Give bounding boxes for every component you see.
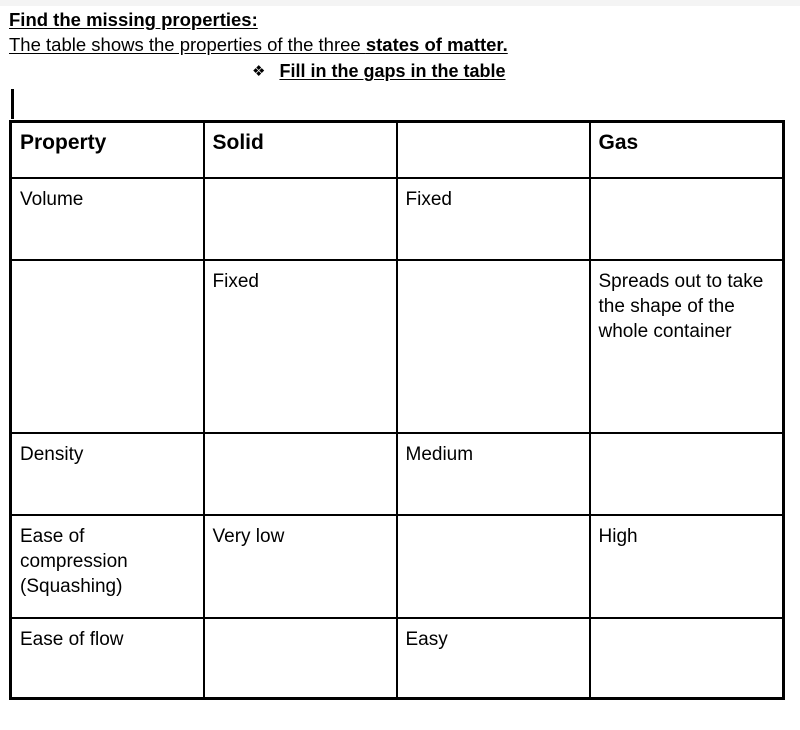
table-header-row: Property Solid Gas — [9, 120, 785, 179]
cell-shape-liquid[interactable] — [395, 259, 591, 434]
cell-flow-property: Ease of flow — [9, 617, 205, 700]
intro-normal-text: The table shows the properties of the th… — [9, 34, 366, 55]
cell-volume-gas[interactable] — [588, 177, 785, 261]
caret-row — [0, 84, 800, 120]
instruction-line: ❖ Fill in the gaps in the table — [9, 58, 800, 84]
cell-compression-gas: High — [588, 514, 785, 619]
cell-density-property: Density — [9, 432, 205, 516]
column-header-liquid-blank[interactable] — [395, 120, 591, 179]
worksheet-intro-line: The table shows the properties of the th… — [9, 32, 800, 58]
cell-flow-liquid: Easy — [395, 617, 591, 700]
states-of-matter-table: Property Solid Gas Volume Fixed Fixed Sp… — [9, 120, 785, 700]
cell-compression-solid: Very low — [202, 514, 398, 619]
table-row: Density Medium — [9, 432, 785, 516]
cell-flow-solid[interactable] — [202, 617, 398, 700]
text-caret-icon[interactable] — [11, 89, 14, 119]
table-row: Fixed Spreads out to take the shape of t… — [9, 259, 785, 434]
cell-shape-property[interactable] — [9, 259, 205, 434]
table-row: Ease of flow Easy — [9, 617, 785, 700]
worksheet-title: Find the missing properties: — [9, 9, 258, 30]
cell-compression-liquid[interactable] — [395, 514, 591, 619]
cell-shape-gas: Spreads out to take the shape of the who… — [588, 259, 785, 434]
cell-volume-solid[interactable] — [202, 177, 398, 261]
cell-density-liquid: Medium — [395, 432, 591, 516]
table-container: Property Solid Gas Volume Fixed Fixed Sp… — [0, 120, 800, 700]
cell-volume-liquid: Fixed — [395, 177, 591, 261]
cell-density-solid[interactable] — [202, 432, 398, 516]
instruction-text: Fill in the gaps in the table — [279, 61, 506, 81]
cell-compression-property: Ease of compression (Squashing) — [9, 514, 205, 619]
table-row: Ease of compression (Squashing) Very low… — [9, 514, 785, 619]
table-header: Property Solid Gas — [9, 120, 785, 179]
heading-block: Find the missing properties: The table s… — [0, 6, 800, 84]
column-header-gas: Gas — [588, 120, 785, 179]
cell-volume-property: Volume — [9, 177, 205, 261]
intro-bold-text: states of matter. — [365, 34, 508, 55]
cell-shape-solid: Fixed — [202, 259, 398, 434]
column-header-property: Property — [9, 120, 205, 179]
cell-density-gas[interactable] — [588, 432, 785, 516]
column-header-solid: Solid — [202, 120, 398, 179]
table-body: Volume Fixed Fixed Spreads out to take t… — [9, 177, 785, 700]
worksheet-page: Find the missing properties: The table s… — [0, 6, 800, 700]
table-row: Volume Fixed — [9, 177, 785, 261]
cell-flow-gas[interactable] — [588, 617, 785, 700]
diamond-bullet-icon: ❖ — [252, 62, 266, 80]
